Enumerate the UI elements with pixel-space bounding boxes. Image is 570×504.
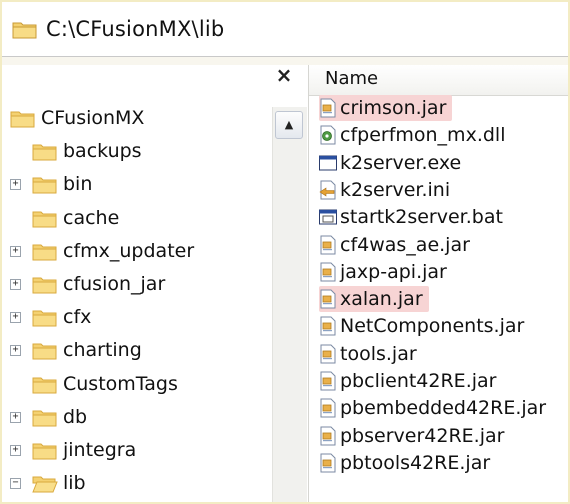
address-path: C:\CFusionMX\lib <box>46 17 225 41</box>
scroll-up-button[interactable]: ▲ <box>275 111 303 139</box>
expand-icon[interactable]: + <box>10 411 21 423</box>
folder-icon <box>32 144 57 161</box>
jar-icon <box>320 426 336 446</box>
file-name: cfperfmon_mx.dll <box>340 124 506 147</box>
tree-item[interactable]: + cfmx_updater <box>10 235 195 267</box>
tree-item[interactable]: + jintegra <box>10 434 137 466</box>
file-name: pbclient42RE.jar <box>340 370 497 392</box>
file-item[interactable]: startk2server.bat <box>319 204 503 230</box>
tree-item-label: cache <box>63 206 120 229</box>
tree-item[interactable]: CFusionMX <box>10 102 144 134</box>
tree-item-label: charting <box>63 339 142 362</box>
jar-icon <box>320 398 336 418</box>
tree-item-label: db <box>63 405 88 428</box>
tree-item-label: cfusion_jar <box>63 273 166 295</box>
file-item[interactable]: pbserver42RE.jar <box>319 423 504 449</box>
tree-item-label: CFusionMX <box>41 107 145 129</box>
tree-item[interactable]: cache <box>32 202 119 234</box>
collapse-icon[interactable]: − <box>10 478 21 490</box>
folder-icon <box>32 177 57 194</box>
file-item[interactable]: jaxp-api.jar <box>319 259 447 285</box>
tree-item[interactable]: + db <box>10 401 88 433</box>
file-item[interactable]: pbclient42RE.jar <box>319 368 496 394</box>
jar-icon <box>320 98 336 118</box>
folders-pane-header: × <box>2 65 308 95</box>
tree-item[interactable]: − lib <box>10 467 86 499</box>
open-folder-icon <box>32 476 58 493</box>
expand-icon[interactable]: + <box>10 245 21 257</box>
tree-item-label: backups <box>63 140 142 163</box>
address-bar[interactable]: C:\CFusionMX\lib <box>2 2 568 57</box>
file-name: NetComponents.jar <box>340 315 525 338</box>
folder-icon <box>12 22 37 39</box>
bat-icon <box>319 209 337 225</box>
expand-icon[interactable]: + <box>10 445 21 456</box>
file-name: cf4was_ae.jar <box>340 233 470 256</box>
file-name: startk2server.bat <box>340 206 503 229</box>
file-item[interactable]: tools.jar <box>319 341 417 367</box>
tree-item-label: bin <box>63 173 93 196</box>
close-pane-button[interactable]: × <box>272 65 296 89</box>
folder-icon <box>32 310 57 327</box>
file-name: crimson.jar <box>340 97 447 119</box>
file-item[interactable]: pbtools42RE.jar <box>319 450 490 476</box>
folder-icon <box>32 377 57 394</box>
name-column-label: Name <box>325 68 379 89</box>
jar-icon <box>320 344 336 364</box>
file-item[interactable]: k2server.ini <box>319 177 450 203</box>
folder-icon <box>32 410 57 427</box>
jar-icon <box>320 289 336 309</box>
tree-item-label: cfmx_updater <box>63 239 195 262</box>
file-item[interactable]: crimson.jar <box>319 95 453 121</box>
jar-icon <box>320 453 336 473</box>
explorer-window: C:\CFusionMX\lib × CFusionMX backups + bin c… <box>0 0 570 504</box>
folder-icon <box>32 211 57 228</box>
tree-item[interactable]: + charting <box>10 334 142 366</box>
tree-item-label: lib <box>63 472 86 495</box>
file-item[interactable]: cf4was_ae.jar <box>319 232 470 258</box>
tree-item[interactable]: + cfx <box>10 301 92 333</box>
file-item[interactable]: pbembedded42RE.jar <box>319 395 546 421</box>
folder-icon <box>32 343 57 360</box>
exe-icon <box>319 155 337 171</box>
jar-icon <box>320 316 336 336</box>
file-name: pbserver42RE.jar <box>340 424 505 447</box>
file-item[interactable]: NetComponents.jar <box>319 313 524 339</box>
file-name: k2server.ini <box>340 178 451 201</box>
name-column-header[interactable]: Name <box>309 65 568 96</box>
tree-item[interactable]: CustomTags <box>32 368 178 400</box>
file-name: jaxp-api.jar <box>340 260 447 283</box>
folders-pane: × CFusionMX backups + bin cache + cfmx_updater… <box>2 65 308 502</box>
file-name: pbtools42RE.jar <box>340 451 491 474</box>
file-name: tools.jar <box>340 342 417 365</box>
expand-icon[interactable]: + <box>10 279 21 290</box>
tree-item-label: cfx <box>63 306 92 329</box>
tree-item[interactable]: + cfusion_jar <box>10 268 166 300</box>
expand-icon[interactable]: + <box>10 179 21 191</box>
folder-icon <box>10 111 35 128</box>
file-item[interactable]: cfperfmon_mx.dll <box>319 122 505 148</box>
folder-icon <box>32 244 57 261</box>
file-name: k2server.exe <box>340 151 462 174</box>
file-item[interactable]: k2server.exe <box>319 150 461 176</box>
file-name: pbembedded42RE.jar <box>340 397 547 420</box>
folder-icon <box>32 443 57 460</box>
tree-item-label: jintegra <box>63 439 137 461</box>
ini-icon <box>319 180 336 200</box>
tree-scrollbar[interactable]: ▲ <box>272 107 307 502</box>
expand-icon[interactable]: + <box>10 345 21 357</box>
files-pane: Name crimson.jar cfperfmon_mx.dll k2server… <box>308 65 568 502</box>
jar-icon <box>320 262 336 282</box>
tree-item[interactable]: backups <box>32 135 142 167</box>
file-name: xalan.jar <box>340 288 423 311</box>
dll-icon <box>320 125 336 145</box>
tree-item-label: CustomTags <box>63 372 178 395</box>
tree-item[interactable]: + bin <box>10 168 93 200</box>
folder-icon <box>32 277 57 294</box>
file-item[interactable]: xalan.jar <box>319 286 429 313</box>
jar-icon <box>320 371 336 391</box>
jar-icon <box>320 235 336 254</box>
expand-icon[interactable]: + <box>10 312 21 324</box>
